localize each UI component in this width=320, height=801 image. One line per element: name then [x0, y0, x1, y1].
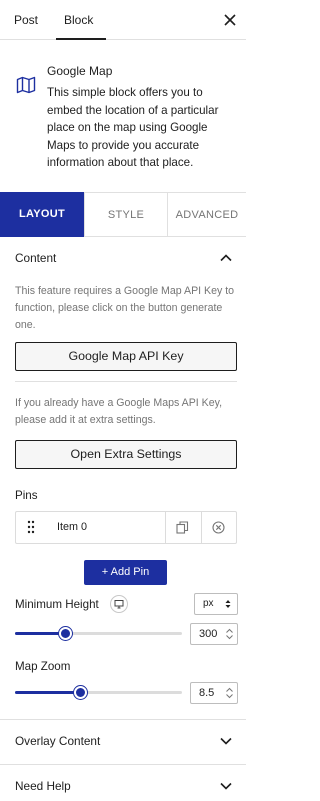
add-pin-button[interactable]: + Add Pin	[84, 560, 167, 585]
map-zoom-slider[interactable]	[15, 686, 182, 699]
map-zoom-input[interactable]: 8.5	[190, 682, 238, 704]
api-key-help-text: This feature requires a Google Map API K…	[15, 285, 235, 331]
map-zoom-slider-fill	[15, 691, 80, 694]
chevron-down-icon	[220, 737, 232, 745]
sidebar-header: Post Block	[0, 0, 246, 40]
map-icon	[16, 76, 36, 94]
minimum-height-slider[interactable]	[15, 627, 182, 640]
map-zoom-value[interactable]: 8.5	[199, 687, 214, 699]
delete-icon[interactable]	[212, 521, 225, 534]
close-icon[interactable]	[222, 12, 238, 28]
stepper-icon[interactable]	[225, 686, 234, 700]
tab-post[interactable]: Post	[14, 0, 38, 40]
block-description: This simple block offers you to embed th…	[47, 86, 219, 169]
overlay-content-title: Overlay Content	[15, 734, 101, 748]
minimum-height-label: Minimum Height	[15, 598, 99, 611]
divider	[15, 381, 237, 382]
google-map-api-key-button[interactable]: Google Map API Key	[15, 342, 237, 371]
block-title: Google Map	[47, 64, 113, 78]
unit-select-arrows-icon	[225, 600, 231, 608]
panel-tabs: LAYOUT STYLE ADVANCED	[0, 192, 246, 237]
tab-block[interactable]: Block	[64, 0, 93, 40]
overlay-content-section-header[interactable]: Overlay Content	[0, 720, 246, 764]
content-section-title: Content	[15, 251, 57, 265]
content-section-header[interactable]: Content	[0, 237, 246, 281]
pin-item[interactable]: Item 0	[15, 511, 237, 544]
chevron-down-icon	[220, 782, 232, 790]
need-help-section-header[interactable]: Need Help	[0, 765, 246, 801]
open-extra-settings-button[interactable]: Open Extra Settings	[15, 440, 237, 469]
stepper-icon[interactable]	[225, 627, 234, 641]
pins-label: Pins	[15, 489, 38, 502]
chevron-up-icon	[220, 254, 232, 262]
extra-settings-help-text: If you already have a Google Maps API Ke…	[15, 397, 223, 426]
copy-icon[interactable]	[176, 521, 189, 534]
minimum-height-slider-handle[interactable]	[59, 627, 72, 640]
active-tab-indicator	[56, 38, 106, 40]
tab-advanced[interactable]: ADVANCED	[167, 192, 246, 237]
tab-layout[interactable]: LAYOUT	[0, 192, 84, 237]
drag-handle-icon[interactable]	[27, 520, 35, 534]
map-zoom-label: Map Zoom	[15, 660, 71, 673]
pin-item-label[interactable]: Item 0	[57, 521, 87, 533]
minimum-height-input[interactable]: 300	[190, 623, 238, 645]
monitor-icon[interactable]	[110, 595, 128, 613]
map-zoom-slider-handle[interactable]	[74, 686, 87, 699]
need-help-title: Need Help	[15, 779, 71, 793]
minimum-height-slider-fill	[15, 632, 65, 635]
tab-style[interactable]: STYLE	[84, 192, 167, 237]
minimum-height-value[interactable]: 300	[199, 628, 217, 640]
